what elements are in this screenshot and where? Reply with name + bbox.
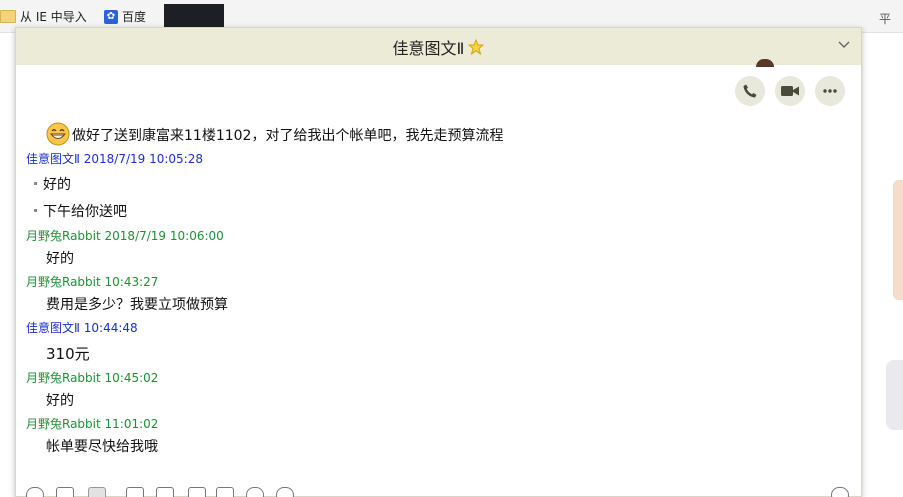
message-text: 好的 — [46, 251, 74, 267]
chat-history[interactable]: 做好了送到康富来11楼1102，对了给我出个帐单吧，我先走预算流程 佳意图文Ⅱ … — [16, 106, 846, 478]
sender-name: 月野兔Rabbit — [26, 275, 101, 289]
message-time: 10:44:48 — [83, 321, 138, 335]
sender-name: 佳意图文Ⅱ — [26, 152, 80, 166]
bullet-icon — [34, 209, 37, 212]
message-time: 10:43:27 — [104, 275, 159, 289]
sender-name: 月野兔Rabbit — [26, 371, 101, 385]
message-time: 2018/7/19 10:05:28 — [83, 152, 203, 166]
background-figure-leg — [886, 360, 903, 430]
chevron-down-icon[interactable] — [837, 38, 851, 52]
screenshot-icon[interactable] — [88, 487, 106, 497]
bullet-icon — [34, 182, 37, 185]
history-icon[interactable] — [246, 487, 264, 497]
edge-glyph: 平 — [879, 12, 892, 26]
message-text: 下午给你送吧 — [34, 201, 127, 221]
grin-emoji-icon — [46, 122, 70, 146]
message-header: 月野兔Rabbit 10:45:02 — [26, 369, 158, 386]
background-figure-arm — [893, 180, 903, 300]
more-dots-icon — [823, 89, 837, 93]
message-text: 好的 — [34, 174, 71, 194]
more-button[interactable] — [815, 76, 845, 106]
folder-icon[interactable] — [126, 487, 144, 497]
video-call-button[interactable] — [775, 76, 805, 106]
avatar[interactable] — [756, 59, 774, 67]
title-bar[interactable]: 佳意图文Ⅱ — [16, 28, 861, 65]
message-text: 做好了送到康富来11楼1102，对了给我出个帐单吧，我先走预算流程 — [46, 122, 503, 146]
sender-name: 月野兔Rabbit — [26, 417, 101, 431]
message-time: 10:45:02 — [104, 371, 159, 385]
message-header: 佳意图文Ⅱ 2018/7/19 10:05:28 — [26, 150, 203, 167]
sender-name: 月野兔Rabbit — [26, 229, 101, 243]
message-text: 好的 — [46, 393, 74, 409]
window-title: 佳意图文Ⅱ — [392, 38, 465, 58]
folder-icon — [0, 10, 16, 23]
star-icon — [468, 38, 485, 55]
message-header: 佳意图文Ⅱ 10:44:48 — [26, 319, 138, 336]
more-tools-icon[interactable] — [276, 487, 294, 497]
voice-call-button[interactable] — [735, 76, 765, 106]
message-header: 月野兔Rabbit 10:43:27 — [26, 273, 158, 290]
call-actions — [735, 76, 845, 106]
image-icon[interactable] — [156, 487, 174, 497]
message-header: 月野兔Rabbit 11:01:02 — [26, 415, 158, 432]
bookmark-baidu[interactable]: ✿ 百度 — [104, 8, 146, 25]
message-text: 310元 — [46, 345, 90, 363]
bookmark-label: 从 IE 中导入 — [20, 10, 87, 24]
bookmark-import-ie[interactable]: 从 IE 中导入 — [0, 8, 87, 25]
chat-window: 佳意图文Ⅱ 做好了送到康富来11楼1102，对了给我出个帐单吧，我先走预算流程 … — [15, 27, 862, 497]
shake-icon[interactable] — [188, 487, 206, 497]
clock-icon[interactable] — [831, 487, 849, 497]
baidu-paw-icon: ✿ — [104, 9, 118, 24]
phone-icon — [743, 84, 757, 98]
message-header: 月野兔Rabbit 2018/7/19 10:06:00 — [26, 227, 224, 244]
bookmark-label: 百度 — [122, 10, 147, 24]
phone-small-icon[interactable] — [216, 487, 234, 497]
gif-icon[interactable] — [56, 487, 74, 497]
emoji-icon[interactable] — [26, 487, 44, 497]
message-text: 费用是多少？我要立项做预算 — [46, 297, 228, 313]
message-text: 帐单要尽快给我哦 — [46, 439, 158, 455]
message-time: 11:01:02 — [104, 417, 159, 431]
video-camera-icon — [781, 86, 799, 96]
sender-name: 佳意图文Ⅱ — [26, 321, 80, 335]
message-time: 2018/7/19 10:06:00 — [104, 229, 224, 243]
